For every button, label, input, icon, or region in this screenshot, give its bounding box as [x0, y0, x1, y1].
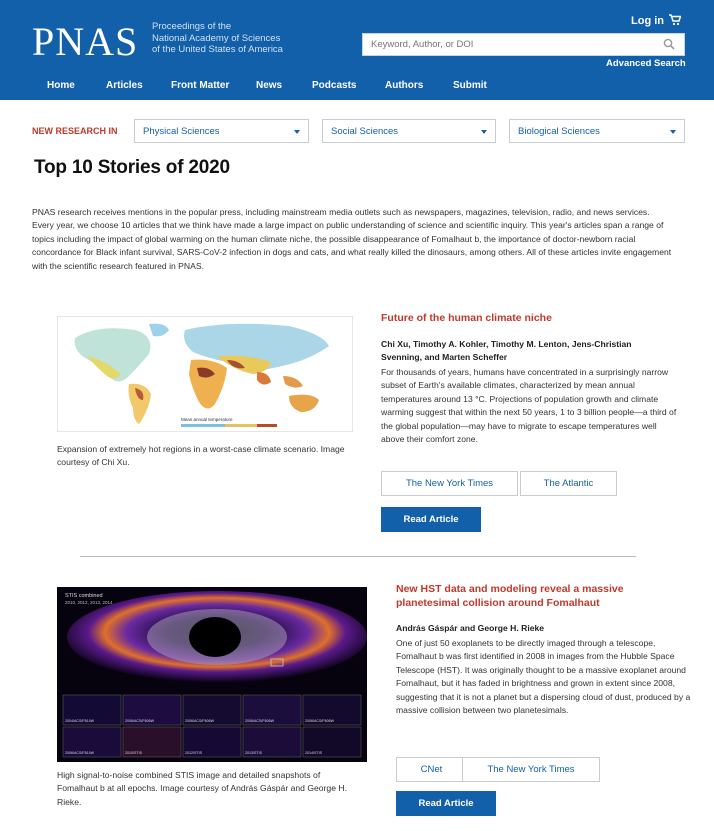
svg-text:2006/ACS/F606W: 2006/ACS/F606W — [125, 719, 155, 723]
map-legend-title: Mean annual temperature — [181, 417, 233, 422]
chevron-down-icon — [294, 130, 300, 134]
story-2-authors: András Gáspár and George H. Rieke — [396, 623, 545, 633]
nav-front-matter[interactable]: Front Matter — [171, 80, 229, 91]
nav-podcasts[interactable]: Podcasts — [312, 80, 356, 91]
nav-news[interactable]: News — [256, 80, 282, 91]
svg-text:2006/ACS/F606W: 2006/ACS/F606W — [245, 719, 275, 723]
story-1-title[interactable]: Future of the human climate niche — [381, 311, 681, 325]
svg-text:2012/STIS: 2012/STIS — [185, 751, 203, 755]
cart-icon[interactable] — [669, 14, 681, 26]
new-research-label: NEW RESEARCH IN — [32, 126, 118, 136]
image-label: STIS combined — [65, 593, 103, 599]
svg-text:2006/ACS/F814W: 2006/ACS/F814W — [65, 751, 95, 755]
climate-map-image: Mean annual temperature — [57, 316, 353, 432]
nav-articles[interactable]: Articles — [106, 80, 143, 91]
image-sublabel: 2010, 2012, 2013, 2014 — [65, 600, 113, 605]
nav-authors[interactable]: Authors — [385, 80, 423, 91]
search-input[interactable] — [363, 34, 643, 55]
pnas-logo[interactable]: PNAS — [32, 18, 138, 65]
select-biological-sciences[interactable]: Biological Sciences — [509, 119, 685, 143]
svg-text:2006/ACS/F606W: 2006/ACS/F606W — [305, 719, 335, 723]
story-divider — [80, 556, 636, 557]
select-social-sciences[interactable]: Social Sciences — [322, 119, 496, 143]
story-1-authors: Chi Xu, Timothy A. Kohler, Timothy M. Le… — [381, 339, 632, 363]
svg-text:2010/STIS: 2010/STIS — [125, 751, 143, 755]
advanced-search-link[interactable]: Advanced Search — [606, 58, 686, 69]
select-physical-sciences[interactable]: Physical Sciences — [134, 119, 309, 143]
media-link-the-atlantic[interactable]: The Atlantic — [520, 471, 617, 496]
media-link-new-york-times[interactable]: The New York Times — [381, 471, 518, 496]
svg-text:2004/ACS/F814W: 2004/ACS/F814W — [65, 719, 95, 723]
story-1-abstract: For thousands of years, humans have conc… — [381, 367, 677, 445]
chevron-down-icon — [481, 130, 487, 134]
story-1-caption: Expansion of extremely hot regions in a … — [57, 444, 345, 468]
story-2-caption: High signal-to-noise combined STIS image… — [57, 770, 347, 807]
story-2-title[interactable]: New HST data and modeling reveal a massi… — [396, 582, 666, 610]
site-header: PNAS Proceedings of the National Academy… — [0, 0, 714, 100]
logo-tagline: Proceedings of the National Academy of S… — [152, 21, 283, 55]
fomalhaut-image: STIS combined 2010, 2012, 2013, 2014 200… — [57, 587, 367, 762]
media-link-new-york-times[interactable]: The New York Times — [462, 757, 600, 782]
read-article-button[interactable]: Read Article — [381, 507, 481, 532]
nav-home[interactable]: Home — [47, 80, 75, 91]
page-title: Top 10 Stories of 2020 — [34, 157, 230, 178]
login-link[interactable]: Log in — [631, 15, 664, 27]
svg-text:2006/ACS/F606W: 2006/ACS/F606W — [185, 719, 215, 723]
media-link-cnet[interactable]: CNet — [396, 757, 467, 782]
story-2-abstract: One of just 50 exoplanets to be directly… — [396, 638, 691, 716]
svg-text:2013/STIS: 2013/STIS — [245, 751, 263, 755]
search-icon[interactable] — [663, 38, 675, 50]
read-article-button[interactable]: Read Article — [396, 791, 496, 816]
nav-submit[interactable]: Submit — [453, 80, 487, 91]
intro-paragraph: PNAS research receives mentions in the p… — [32, 207, 672, 271]
svg-text:2014/STIS: 2014/STIS — [305, 751, 323, 755]
chevron-down-icon — [670, 130, 676, 134]
search-box — [362, 33, 685, 56]
